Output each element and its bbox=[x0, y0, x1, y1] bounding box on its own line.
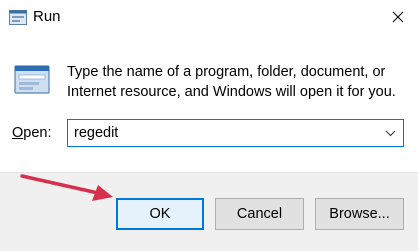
open-combobox[interactable] bbox=[67, 119, 404, 147]
open-label-text: pen: bbox=[23, 125, 52, 141]
dialog-description: Type the name of a program, folder, docu… bbox=[67, 64, 396, 100]
title-bar[interactable]: Run bbox=[0, 0, 418, 36]
run-icon bbox=[9, 10, 27, 25]
open-label-mnemonic: O bbox=[12, 125, 24, 141]
open-label: Open: bbox=[12, 125, 52, 141]
browse-button[interactable]: Browse... bbox=[315, 198, 404, 230]
cancel-button[interactable]: Cancel bbox=[215, 198, 304, 230]
close-icon bbox=[392, 11, 404, 23]
dropdown-button[interactable] bbox=[381, 124, 399, 142]
window-title: Run bbox=[33, 8, 61, 25]
run-dialog: Run Type the name of a program, folder, … bbox=[0, 0, 418, 251]
close-button[interactable] bbox=[378, 0, 418, 34]
ok-button[interactable]: OK bbox=[116, 198, 204, 230]
run-icon bbox=[14, 65, 50, 94]
chevron-down-icon bbox=[385, 130, 395, 136]
open-input[interactable] bbox=[68, 120, 368, 146]
